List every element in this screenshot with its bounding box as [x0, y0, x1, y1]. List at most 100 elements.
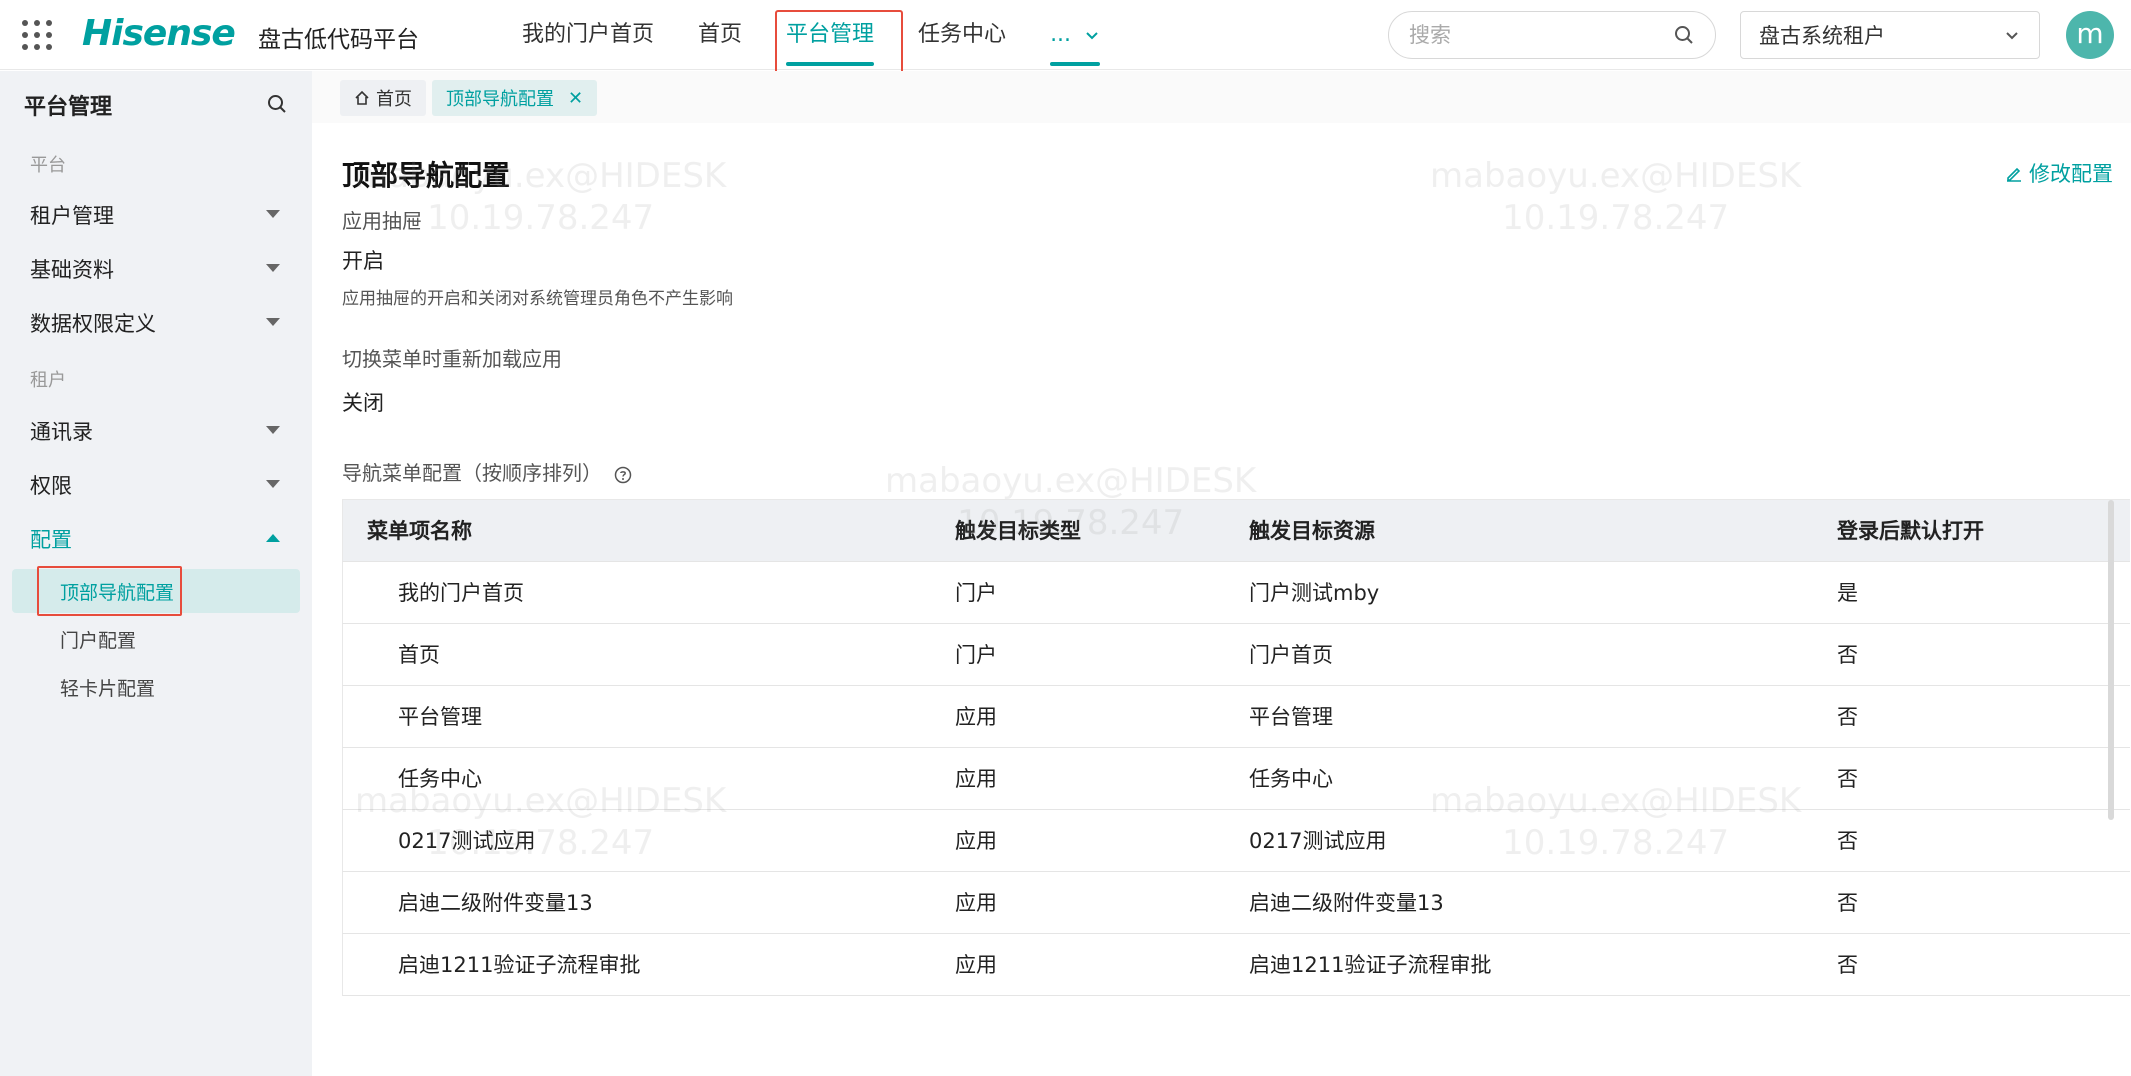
- field-label-reload-app: 切换菜单时重新加载应用: [342, 347, 562, 371]
- sidebar-item-contacts[interactable]: 通讯录: [30, 411, 290, 451]
- cell-default-open: 是: [1837, 581, 1858, 605]
- global-search[interactable]: [1388, 11, 1716, 59]
- field-hint-app-drawer: 应用抽屉的开启和关闭对系统管理员角色不产生影响: [342, 289, 733, 309]
- chevron-down-icon: [1086, 32, 1098, 40]
- nav-menu-config-label: 导航菜单配置（按顺序排列）: [342, 461, 602, 485]
- table-body: 我的门户首页 门户 门户测试mby 是 首页 门户 门户首页 否 平台管理 应用…: [342, 562, 2130, 996]
- sidebar-item-label: 租户管理: [30, 204, 114, 228]
- sidebar: 平台管理 平台 租户管理 基础资料 数据权限定义 租户 通讯录 权限 配置 顶部…: [0, 71, 312, 1076]
- nav-item-task-center[interactable]: 任务中心: [896, 0, 1028, 70]
- table-row[interactable]: 首页 门户 门户首页 否: [342, 624, 2130, 686]
- column-header-target-resource: 触发目标资源: [1249, 519, 1375, 543]
- table-row[interactable]: 任务中心 应用 任务中心 否: [342, 748, 2130, 810]
- column-header-target-type: 触发目标类型: [955, 519, 1081, 543]
- sidebar-item-tenant-management[interactable]: 租户管理: [30, 195, 290, 235]
- tenant-select-value: 盘古系统租户: [1759, 24, 1885, 48]
- cell-target-resource: 任务中心: [1249, 767, 1333, 791]
- cell-menu-name: 平台管理: [398, 705, 482, 729]
- table-row[interactable]: 0217测试应用 应用 0217测试应用 否: [342, 810, 2130, 872]
- field-value-app-drawer: 开启: [342, 249, 384, 273]
- caret-down-icon: [266, 210, 280, 218]
- edit-config-button[interactable]: 修改配置: [2005, 158, 2113, 188]
- nav-item-my-portal-home[interactable]: 我的门户首页: [500, 0, 676, 70]
- cell-target-resource: 0217测试应用: [1249, 829, 1387, 853]
- brand-logo[interactable]: Hisense: [82, 13, 236, 54]
- cell-target-resource: 启迪二级附件变量13: [1249, 891, 1444, 915]
- table-scrollbar[interactable]: [2108, 500, 2114, 820]
- nav-item-more[interactable]: ...: [1028, 0, 1122, 70]
- table-row[interactable]: 启迪二级附件变量13 应用 启迪二级附件变量13 否: [342, 872, 2130, 934]
- cell-menu-name: 启迪二级附件变量13: [398, 891, 593, 915]
- top-header: Hisense 盘古低代码平台 我的门户首页 首页 平台管理 任务中心 ... …: [0, 0, 2131, 78]
- search-icon[interactable]: [1673, 24, 1695, 46]
- cell-target-type: 应用: [955, 829, 997, 853]
- sidebar-item-data-permission[interactable]: 数据权限定义: [30, 303, 290, 343]
- cell-menu-name: 0217测试应用: [398, 829, 536, 853]
- sidebar-item-label: 配置: [30, 528, 72, 552]
- sidebar-item-label: 基础资料: [30, 258, 114, 282]
- field-label-nav-menu-config: 导航菜单配置（按顺序排列）: [342, 457, 632, 486]
- home-icon: [355, 90, 369, 105]
- cell-menu-name: 我的门户首页: [398, 581, 524, 605]
- table-header-row: 菜单项名称 触发目标类型 触发目标资源 登录后默认打开: [342, 500, 2130, 562]
- cell-default-open: 否: [1837, 891, 1858, 915]
- sidebar-item-basic-data[interactable]: 基础资料: [30, 249, 290, 289]
- caret-up-icon: [266, 534, 280, 542]
- cell-target-type: 应用: [955, 705, 997, 729]
- help-icon[interactable]: [614, 466, 632, 484]
- cell-target-type: 应用: [955, 953, 997, 977]
- cell-menu-name: 启迪1211验证子流程审批: [398, 953, 641, 977]
- cell-target-resource: 门户首页: [1249, 643, 1333, 667]
- column-header-default-open: 登录后默认打开: [1837, 519, 1984, 543]
- cell-default-open: 否: [1837, 643, 1858, 667]
- table-row[interactable]: 平台管理 应用 平台管理 否: [342, 686, 2130, 748]
- sidebar-item-config[interactable]: 配置: [30, 519, 290, 559]
- nav-item-platform-management[interactable]: 平台管理: [764, 0, 896, 70]
- field-label-app-drawer: 应用抽屉: [342, 209, 422, 233]
- search-icon[interactable]: [266, 93, 288, 115]
- tab-top-nav-config[interactable]: 顶部导航配置 ✕: [432, 80, 598, 116]
- chevron-down-icon: [2006, 32, 2018, 40]
- close-icon[interactable]: ✕: [568, 88, 583, 109]
- main-content: 首页 顶部导航配置 ✕ 顶部导航配置 修改配置 应用抽屉 开启 应用抽屉的开启和…: [312, 71, 2131, 1076]
- menu-group-tenant: 租户: [30, 370, 66, 391]
- nav-menu-table: 菜单项名称 触发目标类型 触发目标资源 登录后默认打开 我的门户首页 门户 门户…: [342, 499, 2130, 996]
- menu-group-platform: 平台: [30, 155, 66, 176]
- cell-target-resource: 启迪1211验证子流程审批: [1249, 953, 1492, 977]
- cell-default-open: 否: [1837, 953, 1858, 977]
- cell-target-resource: 门户测试mby: [1249, 581, 1380, 605]
- nav-item-home[interactable]: 首页: [676, 0, 764, 70]
- user-avatar[interactable]: m: [2066, 11, 2114, 59]
- caret-down-icon: [266, 426, 280, 434]
- search-input[interactable]: [1409, 23, 1669, 47]
- tab-home[interactable]: 首页: [340, 80, 426, 116]
- tenant-select[interactable]: 盘古系统租户: [1740, 11, 2040, 59]
- field-value-reload-app: 关闭: [342, 391, 384, 415]
- table-row[interactable]: 启迪1211验证子流程审批 应用 启迪1211验证子流程审批 否: [342, 934, 2130, 996]
- edit-icon: [2007, 167, 2021, 182]
- cell-default-open: 否: [1837, 767, 1858, 791]
- tab-label: 首页: [376, 89, 412, 110]
- sidebar-item-label: 权限: [30, 474, 72, 498]
- top-nav: 我的门户首页 首页 平台管理 任务中心 ...: [500, 0, 1122, 70]
- cell-target-resource: 平台管理: [1249, 705, 1333, 729]
- edit-config-label: 修改配置: [2029, 162, 2113, 186]
- sidebar-subitem-top-nav-config[interactable]: 顶部导航配置: [12, 569, 300, 613]
- caret-down-icon: [266, 480, 280, 488]
- nav-more-label: ...: [1050, 22, 1072, 47]
- cell-target-type: 应用: [955, 891, 997, 915]
- sidebar-item-permission[interactable]: 权限: [30, 465, 290, 505]
- cell-default-open: 否: [1837, 829, 1858, 853]
- sidebar-subitem-portal-config[interactable]: 门户配置: [12, 617, 300, 661]
- caret-down-icon: [266, 264, 280, 272]
- tab-label: 顶部导航配置: [446, 89, 554, 110]
- sidebar-item-label: 通讯录: [30, 420, 93, 444]
- sidebar-subitem-light-card-config[interactable]: 轻卡片配置: [12, 665, 300, 709]
- sidebar-title: 平台管理: [24, 95, 113, 120]
- apps-grid-icon[interactable]: [22, 20, 52, 50]
- cell-default-open: 否: [1837, 705, 1858, 729]
- sidebar-item-label: 数据权限定义: [30, 312, 156, 336]
- cell-target-type: 门户: [955, 581, 997, 605]
- table-row[interactable]: 我的门户首页 门户 门户测试mby 是: [342, 562, 2130, 624]
- caret-down-icon: [266, 318, 280, 326]
